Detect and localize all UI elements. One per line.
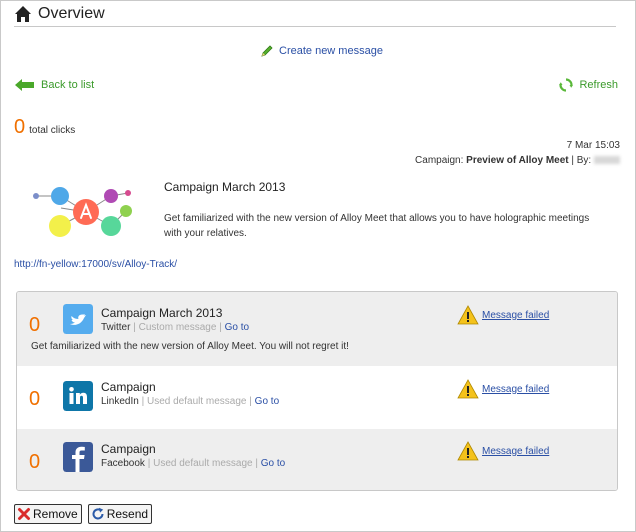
separator: | [255, 458, 258, 469]
go-to-link[interactable]: Go to [255, 396, 279, 407]
message-failed-link[interactable]: Message failed [482, 310, 549, 321]
refresh-label: Refresh [579, 79, 618, 91]
separator: | [147, 458, 151, 469]
pencil-icon [261, 45, 273, 57]
total-clicks-count: 0 [14, 116, 26, 138]
campaign-prefix: Campaign: [415, 155, 464, 166]
warning-icon [457, 379, 479, 399]
separator: | [133, 322, 136, 333]
resend-label: Resend [106, 507, 149, 521]
message-click-count: 0 [29, 388, 41, 410]
total-clicks-label: total clicks [29, 125, 76, 136]
message-title: Campaign March 2013 [101, 306, 223, 320]
network-label: LinkedIn [101, 396, 139, 407]
go-to-link[interactable]: Go to [225, 322, 249, 333]
resend-button[interactable]: Resend [87, 504, 153, 524]
campaign-meta: 7 Mar 15:03 Campaign: Preview of Alloy M… [415, 138, 620, 168]
message-subline: LinkedIn | Used default message | Go to [101, 396, 279, 407]
network-label: Twitter [101, 322, 131, 333]
home-icon [15, 6, 31, 22]
back-to-list-link[interactable]: Back to list [14, 78, 94, 92]
message-type: Used default message [153, 458, 253, 469]
sent-date: 7 Mar 15:03 [566, 140, 620, 151]
message-subline: Facebook | Used default message | Go to [101, 458, 285, 469]
message-body: Get familiarized with the new version of… [31, 341, 349, 352]
action-buttons: Remove Resend [14, 504, 153, 524]
remove-label: Remove [33, 507, 78, 521]
message-row-facebook: 0 Campaign Facebook | Used default messa… [17, 429, 617, 490]
by-label: | By: [571, 155, 592, 166]
message-row-twitter: 0 Campaign March 2013 Twitter | Custom m… [17, 292, 617, 366]
facebook-icon[interactable] [63, 442, 93, 472]
message-status[interactable]: Message failed [457, 441, 549, 461]
warning-icon [457, 441, 479, 461]
linkedin-icon[interactable] [63, 381, 93, 411]
campaign-line: Campaign: Preview of Alloy Meet | By: [415, 153, 620, 168]
network-label: Facebook [101, 458, 145, 469]
message-row-linkedin: 0 Campaign LinkedIn | Used default messa… [17, 366, 617, 429]
message-type: Used default message [146, 396, 247, 407]
campaign-title: Campaign March 2013 [164, 180, 286, 194]
message-click-count: 0 [29, 314, 41, 336]
message-list: 0 Campaign March 2013 Twitter | Custom m… [16, 291, 618, 491]
message-failed-link[interactable]: Message failed [482, 384, 549, 395]
message-status[interactable]: Message failed [457, 305, 549, 325]
overview-header: Overview [14, 4, 616, 27]
refresh-link[interactable]: Refresh [559, 78, 618, 92]
campaign-name: Preview of Alloy Meet [466, 155, 569, 166]
campaign-description: Get familiarized with the new version of… [164, 213, 590, 239]
author-redacted [594, 156, 620, 165]
go-to-link[interactable]: Go to [261, 458, 285, 469]
separator: | [249, 396, 252, 407]
message-subline: Twitter | Custom message | Go to [101, 322, 249, 333]
back-to-list-label: Back to list [41, 79, 95, 91]
message-type: Custom message [138, 322, 217, 333]
separator: | [219, 322, 222, 333]
refresh-icon [559, 78, 574, 92]
twitter-icon[interactable] [63, 304, 93, 334]
campaign-image [16, 178, 158, 246]
remove-icon [18, 508, 30, 520]
remove-button[interactable]: Remove [14, 504, 82, 524]
create-new-message-label: Create new message [279, 45, 383, 57]
create-new-message-link[interactable]: Create new message [260, 44, 383, 58]
page-title: Overview [38, 5, 105, 22]
message-failed-link[interactable]: Message failed [482, 446, 549, 457]
total-clicks: 0 total clicks [14, 116, 75, 139]
tracking-link[interactable]: http://fn-yellow:17000/sv/Alloy-Track/ [14, 259, 177, 270]
message-title: Campaign [101, 442, 156, 456]
message-click-count: 0 [29, 451, 41, 473]
warning-icon [457, 305, 479, 325]
resend-icon [92, 507, 104, 520]
message-status[interactable]: Message failed [457, 379, 549, 399]
separator: | [141, 396, 145, 407]
message-title: Campaign [101, 380, 156, 394]
arrow-left-icon [15, 79, 34, 91]
